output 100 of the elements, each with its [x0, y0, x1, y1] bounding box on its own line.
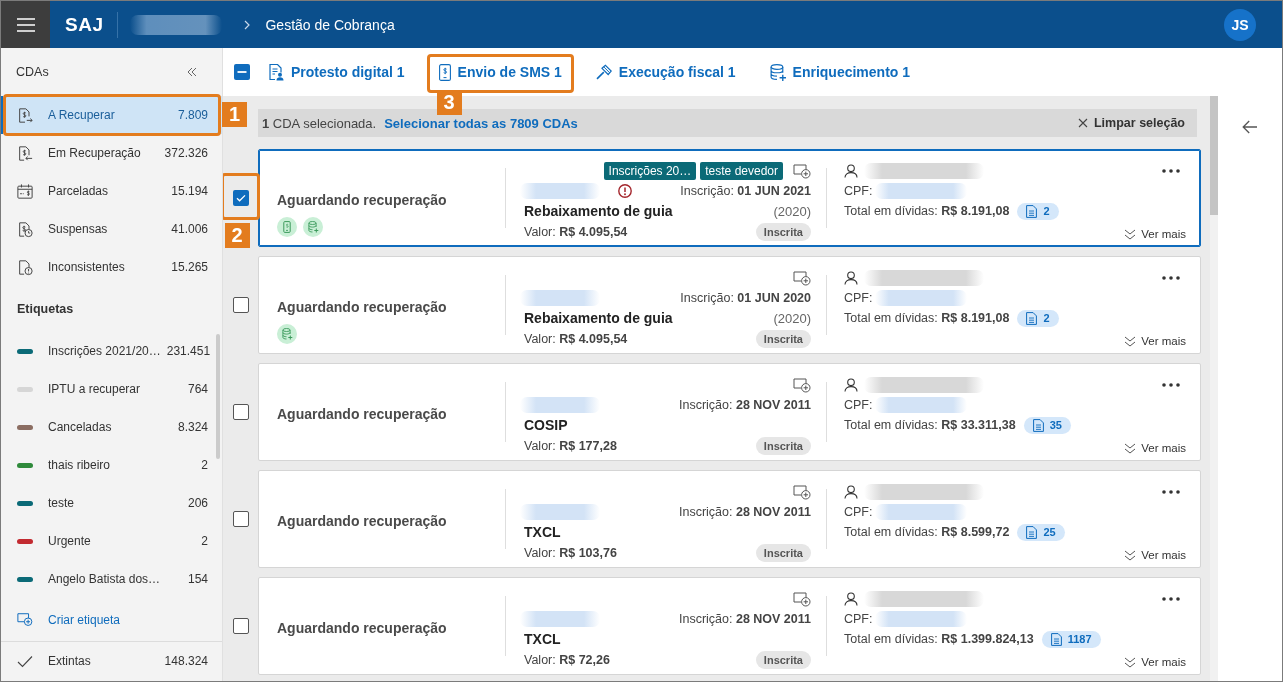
add-label-icon[interactable]: [793, 591, 811, 607]
collapse-icon[interactable]: [187, 67, 197, 77]
cpf-label: CPF:: [844, 184, 873, 198]
cpf-label: CPF:: [844, 291, 873, 305]
toolbar-button[interactable]: Execução fiscal 1: [585, 55, 746, 89]
app-logo[interactable]: SAJ: [65, 13, 104, 36]
sidebar-item[interactable]: Parceladas 15.194: [1, 172, 222, 210]
see-more-link[interactable]: Ver mais: [1124, 335, 1186, 347]
clear-selection-button[interactable]: Limpar seleção: [1078, 116, 1185, 130]
record-card[interactable]: Aguardando recuperação Inscrição: 28 NOV 2011 TXCL Valor: R$ 72,26 Inscrita CPF: Total em dívidas: R$ 1.399.824,13 1187 Ver mais: [258, 577, 1201, 675]
callout-number: 2: [224, 223, 250, 248]
row-checkbox[interactable]: [232, 297, 249, 313]
debt-title: TXCL: [524, 524, 561, 540]
status-badge: Inscrita: [755, 223, 811, 241]
document-dollar-icon: [17, 144, 33, 162]
toolbar-button[interactable]: Enriquecimento 1: [759, 55, 921, 89]
status-text: Aguardando recuperação: [277, 512, 447, 531]
document-icon: [1026, 311, 1038, 325]
debt-title: COSIP: [524, 417, 568, 433]
scrollbar-track[interactable]: [1210, 96, 1218, 681]
see-more-link[interactable]: Ver mais: [1124, 442, 1186, 454]
more-options-icon[interactable]: [1162, 169, 1180, 173]
user-avatar[interactable]: JS: [1224, 8, 1256, 41]
row-checkbox[interactable]: [232, 618, 249, 634]
sidebar-item[interactable]: A Recuperar 7.809: [1, 96, 222, 134]
database-icon: [769, 63, 786, 81]
sidebar-item[interactable]: Extintas 148.324: [1, 642, 222, 680]
close-icon: [1078, 118, 1088, 128]
scrollbar-thumb[interactable]: [216, 334, 220, 459]
label-item[interactable]: Angelo Batista dos… 154: [1, 560, 222, 598]
double-chevron-down-icon: [1124, 335, 1137, 347]
tag-chip[interactable]: Inscrições 20…: [603, 162, 697, 180]
more-options-icon[interactable]: [1162, 276, 1180, 280]
add-label-icon[interactable]: [793, 163, 811, 179]
record-card[interactable]: Aguardando recuperação Inscrição: 28 NOV 2011 TXCL Valor: R$ 103,76 Inscrita CPF: Total em dívidas: R$ 8.599,72 25 Ver mais: [258, 470, 1201, 568]
menu-button[interactable]: [1, 1, 50, 48]
callout-number: 1: [222, 102, 247, 127]
document-clock-icon: [17, 220, 33, 238]
document-icon: [1032, 418, 1044, 432]
total-debt: Total em dívidas: R$ 1.399.824,13: [844, 632, 1034, 646]
document-count-badge[interactable]: 2: [1017, 309, 1059, 327]
add-label-icon[interactable]: [793, 270, 811, 286]
registration-date: Inscrição: 28 NOV 2011: [678, 612, 811, 626]
debt-title: Rebaixamento de guia: [524, 203, 673, 219]
double-chevron-down-icon: [1124, 549, 1137, 561]
create-label-link[interactable]: Criar etiqueta: [1, 598, 222, 641]
document-person-icon: [268, 63, 284, 81]
more-options-icon[interactable]: [1162, 383, 1180, 387]
row-checkbox[interactable]: [232, 190, 249, 206]
see-more-link[interactable]: Ver mais: [1124, 656, 1186, 668]
registration-date: Inscrição: 01 JUN 2020: [680, 291, 811, 305]
total-debt: Total em dívidas: R$ 8.191,08: [844, 204, 1010, 218]
double-chevron-down-icon: [1124, 656, 1137, 668]
document-count-badge[interactable]: 25: [1017, 523, 1065, 541]
person-icon: [844, 378, 858, 392]
debt-value: Valor: R$ 4.095,54: [524, 225, 628, 239]
document-count-badge[interactable]: 35: [1023, 416, 1071, 434]
record-card[interactable]: Aguardando recuperação Inscrição: 28 NOV 2011 COSIP Valor: R$ 177,28 Inscrita CPF: Total em dívidas: R$ 33.311,38 35 Ver mais: [258, 363, 1201, 461]
row-checkbox[interactable]: [232, 404, 249, 420]
see-more-link[interactable]: Ver mais: [1124, 228, 1186, 240]
add-label-icon[interactable]: [793, 484, 811, 500]
toolbar-button[interactable]: Protesto digital 1: [258, 55, 415, 89]
document-count-badge[interactable]: 1187: [1041, 630, 1101, 648]
sidebar-item[interactable]: Em Recuperação 372.326: [1, 134, 222, 172]
label-item[interactable]: teste 206: [1, 484, 222, 522]
add-label-icon: [17, 611, 33, 628]
status-badge: Inscrita: [755, 544, 811, 562]
status-text: Aguardando recuperação: [277, 298, 447, 317]
record-card[interactable]: Aguardando recuperação Inscrições 20… teste devedor Inscrição: 01 JUN 2021 Rebaixamento de guia (2020) Valor: R$ 4.095,54 Inscrita CPF: Total em dívidas: R$ 8.191,08 2 Ver mais: [258, 149, 1201, 247]
section-title: CDAs: [16, 65, 49, 79]
debt-title: TXCL: [524, 631, 561, 647]
row-checkbox[interactable]: [232, 511, 249, 527]
see-more-link[interactable]: Ver mais: [1124, 549, 1186, 561]
toolbar-button[interactable]: Envio de SMS 1: [428, 55, 572, 89]
debt-title: Rebaixamento de guia: [524, 310, 673, 326]
add-label-icon[interactable]: [793, 377, 811, 393]
debt-value: Valor: R$ 4.095,54: [524, 332, 628, 346]
person-icon: [844, 164, 858, 178]
section-title: Etiquetas: [17, 302, 74, 316]
select-all-checkbox[interactable]: [234, 64, 250, 80]
status-text: Aguardando recuperação: [277, 191, 447, 210]
sidebar-item[interactable]: Inconsistentes 15.265: [1, 248, 222, 286]
tag-chip[interactable]: teste devedor: [700, 162, 783, 180]
more-options-icon[interactable]: [1162, 490, 1180, 494]
person-icon: [844, 271, 858, 285]
scrollbar-thumb[interactable]: [1210, 96, 1218, 215]
more-options-icon[interactable]: [1162, 597, 1180, 601]
sidebar-item[interactable]: Suspensas 41.006: [1, 210, 222, 248]
total-debt: Total em dívidas: R$ 33.311,38: [844, 418, 1016, 432]
person-icon: [844, 592, 858, 606]
document-icon: [1026, 204, 1038, 218]
document-count-badge[interactable]: 2: [1017, 202, 1059, 220]
label-item[interactable]: Urgente 2: [1, 522, 222, 560]
status-badge: Inscrita: [755, 651, 811, 669]
record-card[interactable]: Aguardando recuperação Inscrição: 01 JUN 2020 Rebaixamento de guia (2020) Valor: R$ 4.095,54 Inscrita CPF: Total em dívidas: R$ 8.191,08 2 Ver mais: [258, 256, 1201, 354]
document-icon: [1026, 525, 1038, 539]
back-arrow-icon[interactable]: [1242, 120, 1258, 134]
debt-value: Valor: R$ 103,76: [524, 546, 617, 560]
page-title: Gestão de Cobrança: [265, 16, 395, 33]
select-all-link[interactable]: Selecionar todas as 7809 CDAs: [384, 115, 578, 131]
